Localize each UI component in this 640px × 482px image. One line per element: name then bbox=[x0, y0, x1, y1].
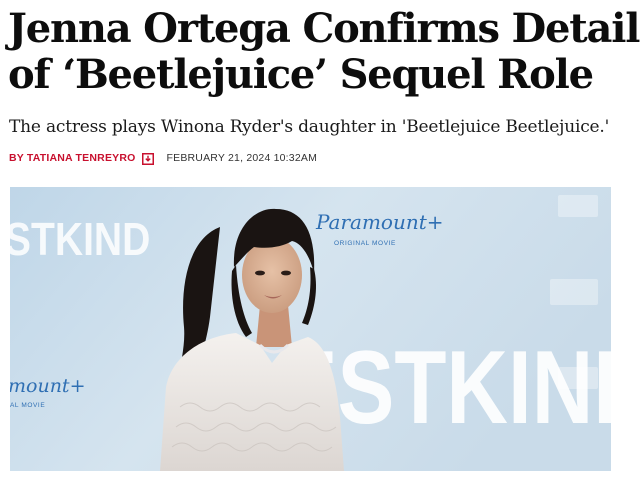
backdrop-logo-top: Paramount+ bbox=[315, 210, 444, 234]
backdrop-logo-left-sub: AL MOVIE bbox=[10, 402, 45, 409]
article: Jenna Ortega Confirms Details of ‘Beetle… bbox=[0, 0, 640, 482]
byline-row: By Tatiana Tenreyro February 21, 2024 10… bbox=[9, 151, 317, 165]
backdrop-logo-left: mount+ bbox=[10, 375, 85, 397]
backdrop-text-left: STKIND bbox=[10, 214, 150, 266]
article-headline: Jenna Ortega Confirms Details of ‘Beetle… bbox=[8, 5, 640, 98]
publish-date: February 21, 2024 10:32AM bbox=[166, 152, 318, 164]
article-dek: The actress plays Winona Ryder's daughte… bbox=[9, 117, 610, 137]
backdrop-logo-top-sub: ORIGINAL MOVIE bbox=[334, 240, 396, 247]
mail-icon[interactable] bbox=[141, 152, 154, 165]
author-byline-link[interactable]: By Tatiana Tenreyro bbox=[9, 152, 136, 164]
hero-photo: STKIND ESTKIND Paramount+ ORIGINAL MOVIE… bbox=[10, 187, 611, 471]
